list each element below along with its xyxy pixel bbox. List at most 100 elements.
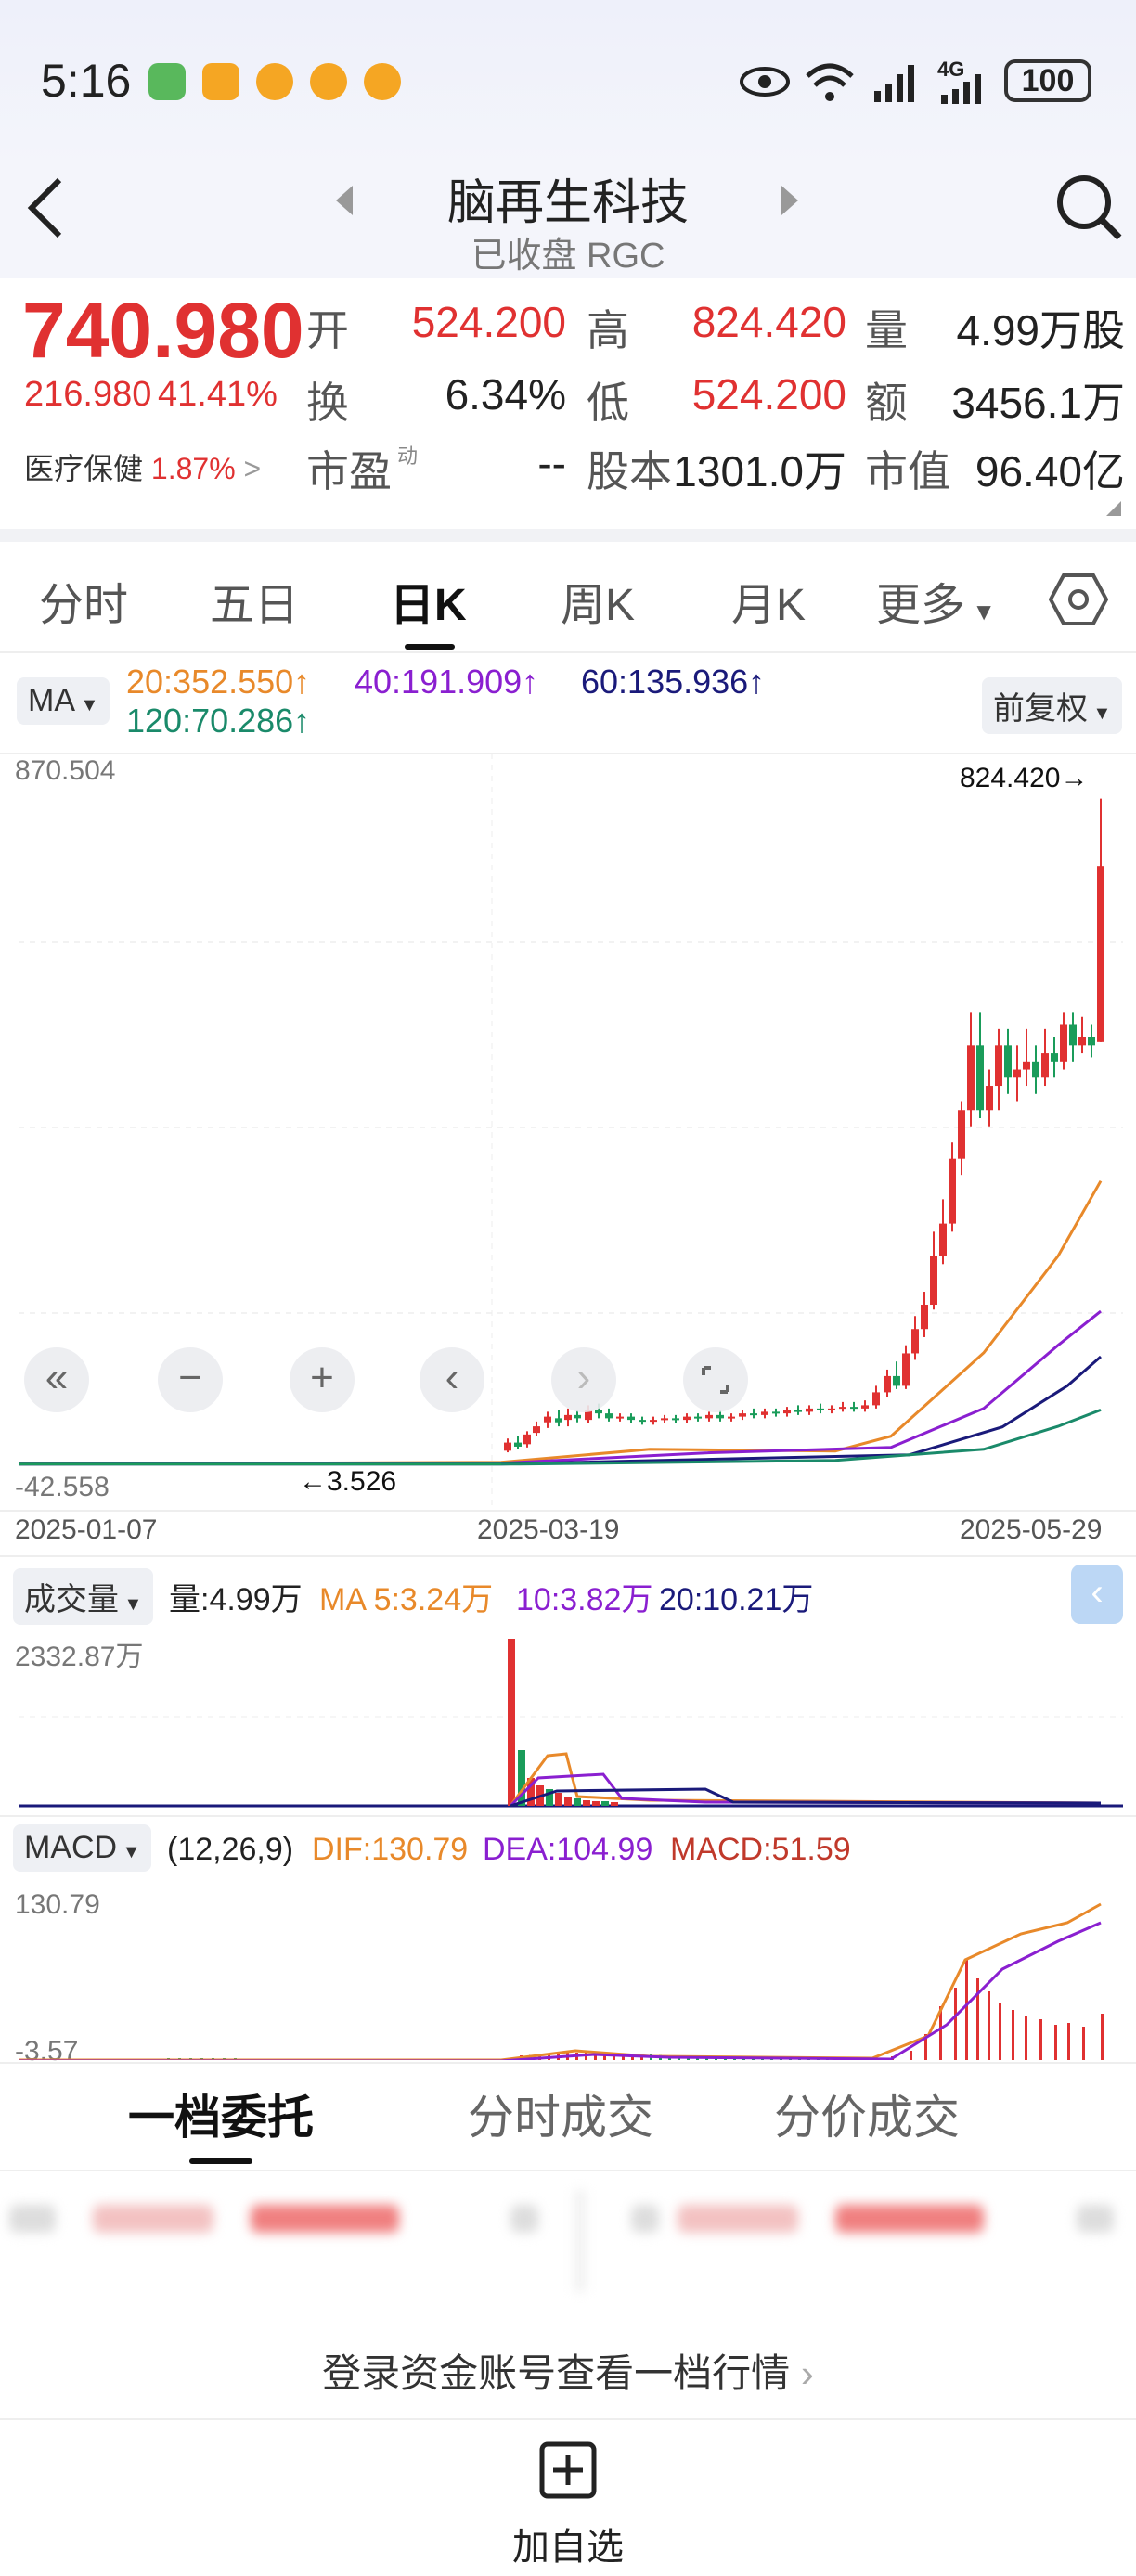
candle-body xyxy=(555,1418,562,1423)
ma120-value: 120:70.286↑ xyxy=(126,702,311,740)
candle-body xyxy=(514,1442,522,1447)
status-time: 5:16 xyxy=(41,55,132,107)
candle-body xyxy=(533,1426,540,1434)
tab-monthly-k[interactable]: 月K xyxy=(731,568,806,633)
expand-corner-icon[interactable] xyxy=(1104,499,1123,518)
signal-icon xyxy=(874,65,914,102)
macd-bar xyxy=(988,1991,990,2060)
volume-label: 量 xyxy=(865,306,908,354)
next-stock-icon[interactable] xyxy=(776,182,804,219)
zoom-in-button[interactable]: + xyxy=(290,1347,355,1412)
candle-body xyxy=(902,1353,910,1386)
divider xyxy=(0,1555,1136,1557)
candle-body xyxy=(683,1416,691,1421)
zoom-out-button[interactable]: − xyxy=(158,1347,223,1412)
candle-body xyxy=(949,1158,956,1224)
scroll-right-button[interactable]: › xyxy=(551,1347,616,1412)
candle-body xyxy=(850,1407,858,1410)
search-icon[interactable] xyxy=(1054,173,1125,243)
fullscreen-button[interactable] xyxy=(683,1347,748,1412)
pe-sup: 动 xyxy=(397,444,419,468)
tab-intraday[interactable]: 分时 xyxy=(39,568,128,633)
fullscreen-icon xyxy=(702,1366,729,1394)
macd-dea-line xyxy=(19,1921,1102,2060)
stock-name: 脑再生科技 xyxy=(446,176,689,230)
tab-more[interactable]: 更多 ▼ xyxy=(876,568,996,633)
candle-body xyxy=(595,1410,602,1414)
volume-bar xyxy=(611,1802,618,1806)
candle-body xyxy=(861,1405,869,1409)
sim-icon xyxy=(148,63,186,100)
volume-selector[interactable]: 成交量 ▼ xyxy=(13,1568,154,1625)
macd-bar xyxy=(1039,2019,1042,2060)
sector-link[interactable]: 医疗保健 1.87% > xyxy=(24,445,261,488)
candle-body xyxy=(967,1045,975,1111)
tab-tick-trades[interactable]: 分时成交 xyxy=(468,2080,653,2147)
rewind-fast-button[interactable]: « xyxy=(24,1347,89,1412)
chevron-right-icon: > xyxy=(243,452,262,485)
candle-body xyxy=(884,1375,891,1393)
candle-body xyxy=(921,1305,928,1330)
date-mid: 2025-03-19 xyxy=(477,1514,620,1545)
volume-bar xyxy=(574,1798,581,1806)
kline-ymin: -42.558 xyxy=(15,1472,110,1502)
adjust-selector[interactable]: 前复权 ▼ xyxy=(982,677,1123,734)
candle-body xyxy=(911,1329,919,1354)
eye-icon xyxy=(740,67,790,97)
pe-value: -- xyxy=(537,439,566,487)
tab-more-label: 更多 xyxy=(876,581,966,630)
volume-bar xyxy=(601,1801,609,1806)
tab-level1-orders[interactable]: 一档委托 xyxy=(128,2080,314,2147)
candle-body xyxy=(544,1416,551,1423)
candle-body xyxy=(1051,1053,1058,1062)
caret-down-icon: ▼ xyxy=(119,1594,143,1615)
divider xyxy=(0,529,1136,542)
candle-body xyxy=(939,1223,947,1256)
scroll-left-button[interactable]: ‹ xyxy=(420,1347,484,1412)
tab-weekly-k[interactable]: 周K xyxy=(561,568,635,633)
kline-low-marker: ←3.526 xyxy=(299,1466,397,1497)
candle-body xyxy=(772,1411,780,1414)
tab-underline xyxy=(405,644,455,650)
tab-five-day[interactable]: 五日 xyxy=(210,568,299,633)
volume-chart[interactable] xyxy=(0,1624,1136,1810)
candle-body xyxy=(958,1110,965,1159)
volume-bar xyxy=(555,1793,562,1806)
caret-down-icon: ▼ xyxy=(117,1842,141,1862)
price-change: 216.980 xyxy=(24,375,152,414)
ma20-value: 20:352.550↑ xyxy=(126,663,311,701)
ma-selector-label: MA xyxy=(28,683,75,718)
add-watch-button[interactable]: 加自选 xyxy=(501,2441,635,2570)
settings-hexagon-icon[interactable] xyxy=(1049,572,1108,627)
login-prompt-link[interactable]: 登录资金账号查看一档行情 › xyxy=(0,2342,1136,2399)
candle-body xyxy=(739,1413,746,1417)
tab-price-trades[interactable]: 分价成交 xyxy=(774,2080,960,2147)
candle-body xyxy=(806,1408,813,1412)
macd-chart[interactable] xyxy=(0,1874,1136,2060)
add-square-icon xyxy=(539,2441,597,2499)
side-panel-toggle[interactable]: ‹ xyxy=(1071,1565,1123,1624)
ma-selector[interactable]: MA ▼ xyxy=(17,677,110,725)
macd-bar xyxy=(999,2003,1001,2060)
tab-daily-k[interactable]: 日K xyxy=(390,568,467,633)
kline-ymax: 870.504 xyxy=(15,755,116,786)
high-label: 高 xyxy=(587,306,629,354)
macd-bar xyxy=(1082,2027,1085,2060)
amount-label: 额 xyxy=(865,379,908,427)
order-book-blurred xyxy=(0,2171,1136,2292)
candle-body xyxy=(839,1407,846,1410)
candle-body xyxy=(783,1410,791,1414)
pe-label: 市盈 xyxy=(306,447,392,496)
candle-body xyxy=(523,1434,531,1445)
candle-body xyxy=(1097,866,1104,1042)
battery-indicator: 100 xyxy=(1004,59,1091,102)
low-value: 524.200 xyxy=(691,370,846,419)
macd-params: (12,26,9) xyxy=(167,1832,294,1867)
shares-label: 股本 xyxy=(587,447,672,496)
volume-value: 4.99万股 xyxy=(956,306,1125,354)
candle-body xyxy=(1004,1045,1012,1078)
candle-body xyxy=(1041,1053,1049,1078)
macd-bar xyxy=(1012,2010,1014,2060)
macd-value: MACD:51.59 xyxy=(670,1832,851,1867)
macd-selector[interactable]: MACD ▼ xyxy=(13,1824,152,1872)
